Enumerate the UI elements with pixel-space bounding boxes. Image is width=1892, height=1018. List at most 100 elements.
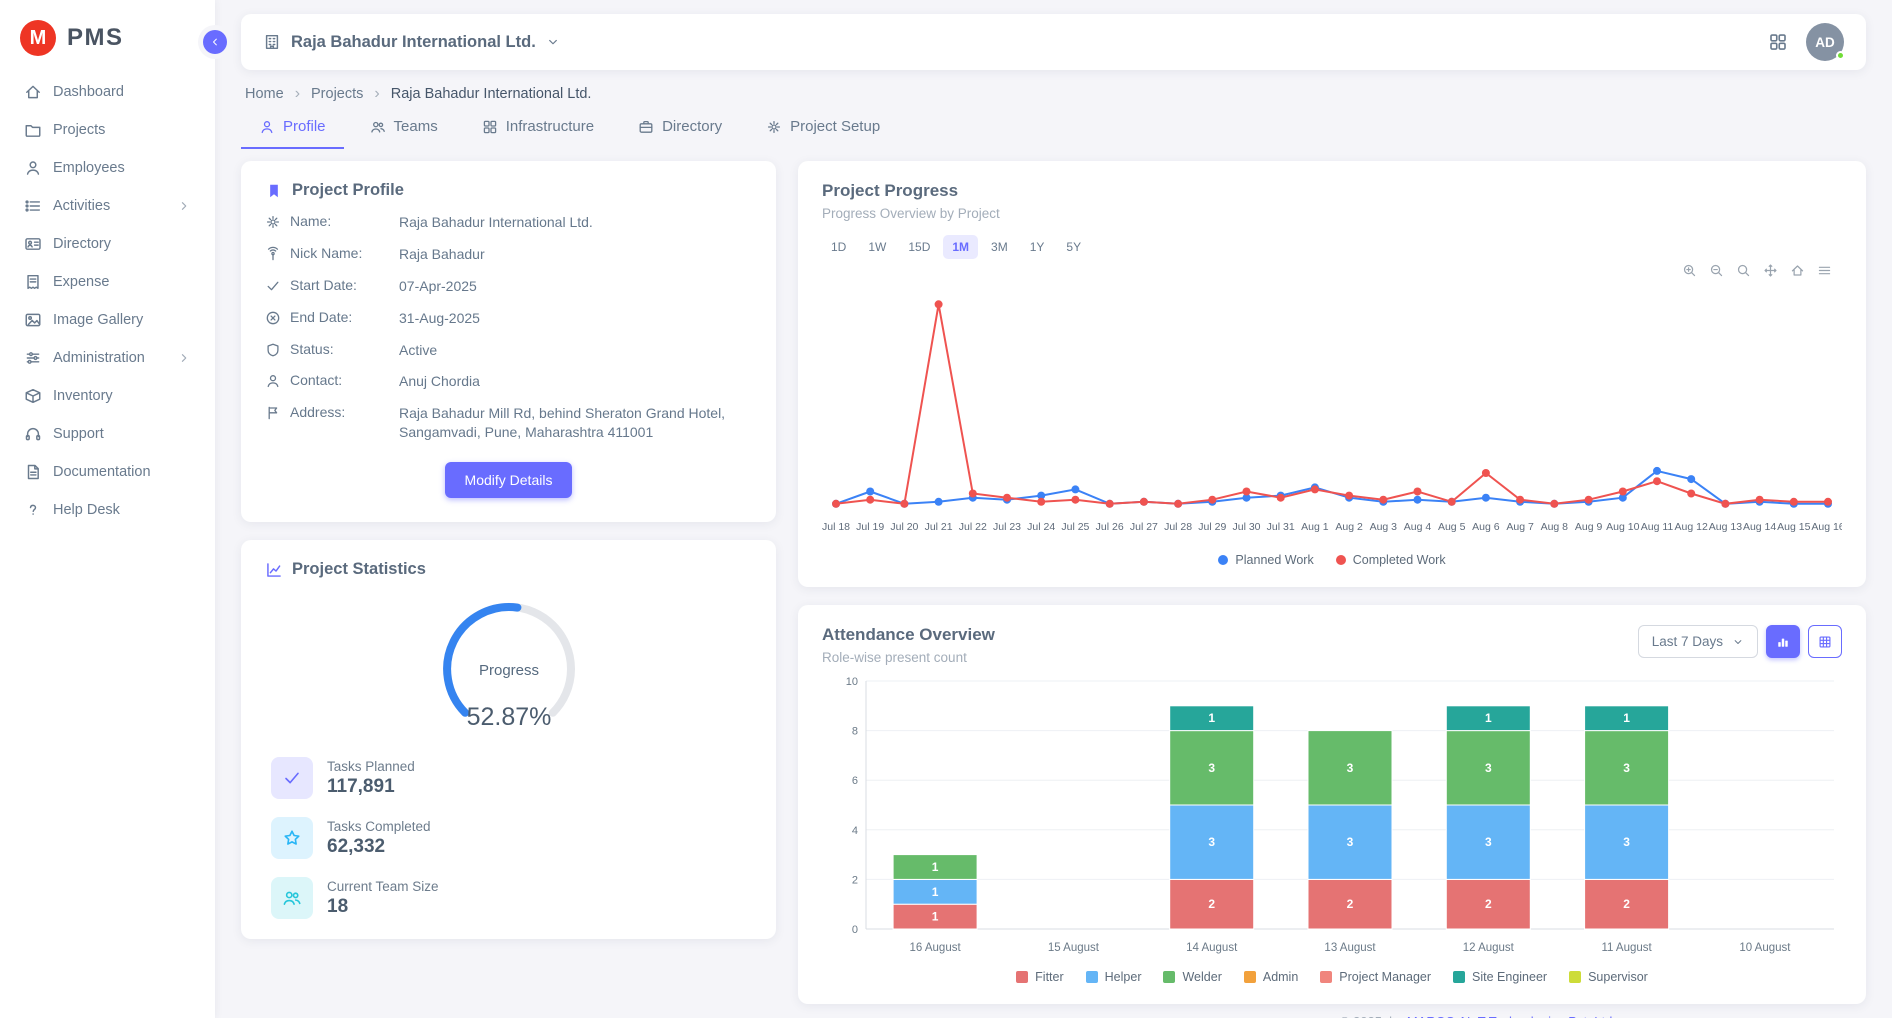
legend-item-supervisor[interactable]: Supervisor — [1569, 970, 1648, 984]
tab-teams[interactable]: Teams — [352, 107, 456, 149]
stat-item-tasks-planned: Tasks Planned 117,891 — [271, 757, 748, 799]
project-progress-card: Project Progress Progress Overview by Pr… — [798, 161, 1866, 587]
data-point — [1037, 498, 1045, 506]
legend-item-completed-work[interactable]: Completed Work — [1336, 553, 1446, 567]
house-button[interactable] — [1790, 263, 1805, 278]
legend-item-site-engineer[interactable]: Site Engineer — [1453, 970, 1547, 984]
table-view-toggle[interactable] — [1808, 625, 1842, 658]
folder-icon — [24, 121, 42, 139]
chevron-left-icon — [209, 36, 221, 48]
bar-value-label: 3 — [1485, 835, 1492, 849]
data-point — [1414, 488, 1422, 496]
sidebar-item-help-desk[interactable]: Help Desk — [12, 492, 203, 528]
range-5y-button[interactable]: 5Y — [1057, 235, 1090, 259]
sidebar-item-support[interactable]: Support — [12, 416, 203, 452]
question-icon — [24, 501, 42, 519]
sidebar-item-dashboard[interactable]: Dashboard — [12, 74, 203, 110]
profile-field-nick-name: Nick Name: Raja Bahadur — [265, 245, 752, 264]
sidebar-item-label: Documentation — [53, 464, 151, 480]
apps-menu-button[interactable] — [1768, 32, 1788, 52]
chart-legend: Planned Work Completed Work — [822, 553, 1842, 567]
legend-item-project-manager[interactable]: Project Manager — [1320, 970, 1431, 984]
sidebar-item-image-gallery[interactable]: Image Gallery — [12, 302, 203, 338]
data-point — [1071, 485, 1079, 493]
user-icon — [259, 119, 275, 135]
project-progress-chart[interactable]: Jul 18Jul 19Jul 20Jul 21Jul 22Jul 23Jul … — [822, 278, 1842, 549]
y-axis-label: 0 — [852, 924, 858, 936]
data-point — [1824, 498, 1832, 506]
app-logo[interactable]: M PMS — [0, 0, 215, 72]
sidebar-item-inventory[interactable]: Inventory — [12, 378, 203, 414]
sidebar-item-expense[interactable]: Expense — [12, 264, 203, 300]
tab-infrastructure[interactable]: Infrastructure — [464, 107, 612, 149]
menu-button[interactable] — [1817, 263, 1832, 278]
tab-label: Profile — [283, 118, 326, 135]
sidebar-item-projects[interactable]: Projects — [12, 112, 203, 148]
stat-item-current-team-size: Current Team Size 18 — [271, 877, 748, 919]
breadcrumb-item[interactable]: Home — [245, 86, 284, 102]
sidebar-item-documentation[interactable]: Documentation — [12, 454, 203, 490]
sidebar-item-label: Activities — [53, 198, 110, 214]
range-15d-button[interactable]: 15D — [899, 235, 939, 259]
zoom-in-button[interactable] — [1682, 263, 1697, 278]
range-1d-button[interactable]: 1D — [822, 235, 855, 259]
x-axis-label: Aug 12 — [1675, 521, 1708, 533]
x-axis-label: Aug 5 — [1438, 521, 1466, 533]
x-axis-label: Jul 25 — [1061, 521, 1089, 533]
data-point — [1687, 475, 1695, 483]
sidebar-collapse-button[interactable] — [203, 30, 227, 54]
sidebar-item-directory[interactable]: Directory — [12, 226, 203, 262]
x-axis-label: Jul 23 — [993, 521, 1021, 533]
breadcrumb: Home›Projects›Raja Bahadur International… — [245, 85, 1862, 103]
sidebar-item-administration[interactable]: Administration — [12, 340, 203, 376]
zoom-out-icon — [1709, 263, 1724, 278]
tab-profile[interactable]: Profile — [241, 107, 344, 149]
card-title: Project Progress — [822, 181, 1842, 201]
legend-item-helper[interactable]: Helper — [1086, 970, 1142, 984]
avatar-initials: AD — [1815, 35, 1835, 50]
date-range-select[interactable]: Last 7 Days — [1638, 625, 1758, 658]
field-value: 07-Apr-2025 — [399, 277, 749, 296]
data-point — [832, 500, 840, 508]
legend-item-welder[interactable]: Welder — [1163, 970, 1221, 984]
field-value: Anuj Chordia — [399, 372, 749, 391]
card-title: Project Profile — [292, 181, 404, 200]
pan-button[interactable] — [1763, 263, 1778, 278]
zoom-out-button[interactable] — [1709, 263, 1724, 278]
avatar[interactable]: AD — [1806, 23, 1844, 61]
breadcrumb-item[interactable]: Projects — [311, 86, 363, 102]
chevron-right-icon — [177, 199, 191, 213]
range-1m-button[interactable]: 1M — [943, 235, 978, 259]
legend-item-admin[interactable]: Admin — [1244, 970, 1298, 984]
legend-item-fitter[interactable]: Fitter — [1016, 970, 1063, 984]
data-point — [969, 490, 977, 498]
shield-icon — [265, 342, 281, 358]
pan-icon — [1763, 263, 1778, 278]
range-3m-button[interactable]: 3M — [982, 235, 1017, 259]
sidebar-item-activities[interactable]: Activities — [12, 188, 203, 224]
bar-view-toggle[interactable] — [1766, 625, 1800, 658]
range-1y-button[interactable]: 1Y — [1021, 235, 1054, 259]
footer-link[interactable]: MARCO AIoT Technologies Pvt. Ltd. — [1407, 1014, 1616, 1018]
x-axis-label: 12 August — [1463, 942, 1515, 954]
x-axis-label: Aug 13 — [1709, 521, 1742, 533]
company-selector[interactable]: Raja Bahadur International Ltd. — [263, 33, 560, 52]
data-point — [1379, 496, 1387, 504]
star-icon — [282, 828, 302, 848]
modify-details-button[interactable]: Modify Details — [445, 462, 573, 498]
bar-value-label: 2 — [1208, 897, 1215, 911]
range-1w-button[interactable]: 1W — [859, 235, 895, 259]
headset-icon — [24, 425, 42, 443]
profile-field-status: Status: Active — [265, 341, 752, 360]
y-axis-label: 2 — [852, 874, 858, 886]
card-subtitle: Role-wise present count — [822, 650, 995, 665]
tab-directory[interactable]: Directory — [620, 107, 740, 149]
x-axis-label: 13 August — [1324, 942, 1376, 954]
legend-item-planned-work[interactable]: Planned Work — [1218, 553, 1313, 567]
sidebar-item-employees[interactable]: Employees — [12, 150, 203, 186]
tab-project-setup[interactable]: Project Setup — [748, 107, 898, 149]
x-axis-label: Aug 3 — [1370, 521, 1398, 533]
building-icon — [263, 33, 281, 51]
magnifier-button[interactable] — [1736, 263, 1751, 278]
gear-icon — [766, 119, 782, 135]
